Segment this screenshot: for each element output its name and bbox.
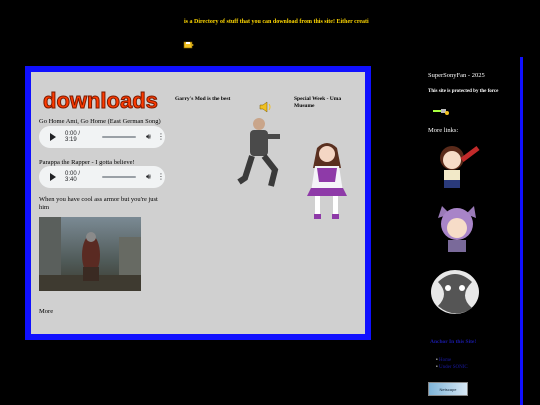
special-week-character-image [303,138,355,227]
dragon-link-image[interactable] [428,262,482,325]
marquee-text: is a Directory of stuff that you can dow… [184,19,369,25]
catgirl-link-image[interactable] [432,204,482,261]
netscape-banner[interactable]: Netscape [428,382,468,396]
garry-label: Garry's Mod is the best [175,96,231,102]
volume-icon[interactable]: 🔊︎ [146,172,151,182]
floppy-disk-icon [183,37,195,55]
sidebar-divider [520,57,523,405]
audio-time-1: 0:00 / 3:19 [65,131,81,143]
nav-heading: Anchor In this Site! [430,339,477,345]
more-options-icon[interactable]: ⋮ [157,133,165,141]
audio-progress-2[interactable] [101,176,136,178]
audio-player-1[interactable]: 0:00 / 3:19 🔊︎ ⋮ [39,126,165,148]
volume-icon[interactable]: 🔊︎ [146,132,151,142]
nav-list: Home Under SONIC [436,358,468,372]
song-title-2: Parappa the Rapper - I gotta believe! [39,159,135,166]
lightsaber-icon [432,104,450,122]
armor-knight-image [39,217,141,291]
downloads-panel-content: downloads Go Home Ami, Go Home (East Ger… [31,72,365,334]
anime-girl-link-image[interactable] [432,140,482,201]
play-icon[interactable] [50,173,56,181]
downloads-panel: downloads Go Home Ami, Go Home (East Ger… [25,66,371,340]
audio-progress-1[interactable] [101,136,136,138]
nav-link-home[interactable]: Home [436,358,468,363]
nav-link-under-sonic[interactable]: Under SONIC [436,365,468,370]
force-text: This site is protected by the force [428,89,499,94]
copyright-text: SuperSonyFan - 2025 [428,72,485,79]
garry-character-image [235,116,291,197]
special-week-label: Special Week - Uma Musume [294,96,342,109]
audio-time-2: 0:00 / 3:40 [65,171,81,183]
audio-player-2[interactable]: 0:00 / 3:40 🔊︎ ⋮ [39,166,165,188]
play-icon[interactable] [50,133,56,141]
song-title-1: Go Home Ami, Go Home (East German Song) [39,118,161,125]
armor-caption: When you have cool ass armor but you're … [39,196,158,211]
more-link[interactable]: More [39,308,53,315]
downloads-logo: downloads [41,87,163,118]
more-options-icon[interactable]: ⋮ [157,173,165,181]
more-links-label: More links: [428,127,459,134]
downloads-logo-text: downloads [43,88,158,113]
